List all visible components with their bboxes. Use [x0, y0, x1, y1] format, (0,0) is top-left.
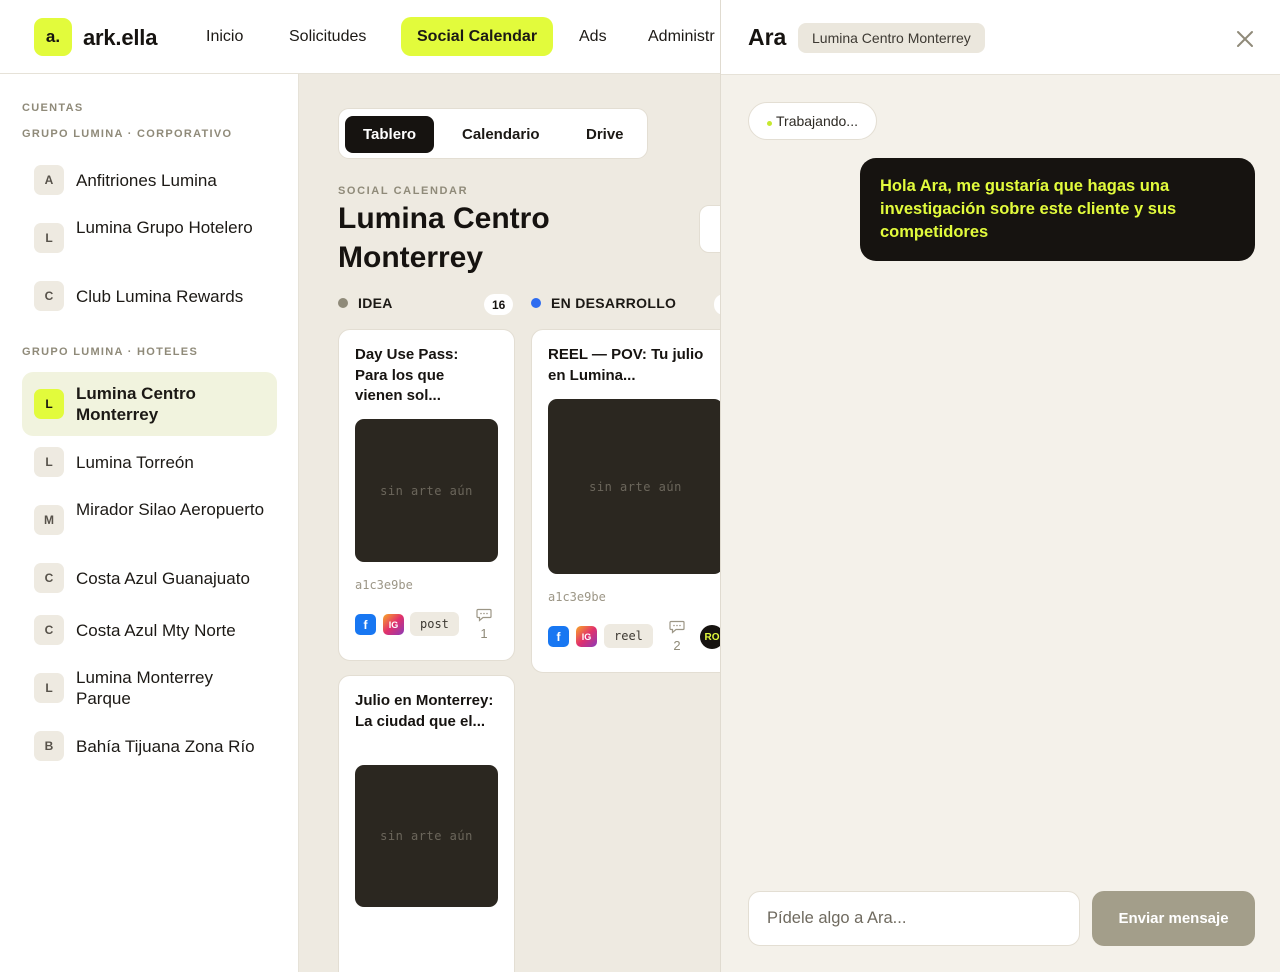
- nav-item-inicio[interactable]: Inicio: [190, 17, 259, 56]
- ara-assistant-panel: Ara Lumina Centro Monterrey Trabajando..…: [720, 0, 1280, 972]
- account-initial-badge: C: [34, 281, 64, 311]
- comment-count-value: 2: [673, 638, 681, 653]
- page-eyebrow: SOCIAL CALENDAR: [338, 185, 469, 197]
- brand-name[interactable]: ark.ella: [83, 25, 157, 51]
- sidebar-item-lumina-grupo-hotelero[interactable]: L Lumina Grupo Hotelero: [22, 214, 277, 262]
- account-name: Mirador Silao Aeropuerto: [76, 500, 265, 519]
- account-initial-badge: A: [34, 165, 64, 195]
- sidebar-item-lumina-torreon[interactable]: L Lumina Torreón: [22, 442, 277, 482]
- brand-logo-mark[interactable]: a.: [34, 18, 72, 56]
- account-initial-badge: L: [34, 223, 64, 253]
- accounts-sidebar: CUENTAS GRUPO LUMINA · CORPORATIVO A Anf…: [0, 74, 299, 972]
- card-art-placeholder: sin arte aún: [355, 419, 498, 562]
- ara-status-text: Trabajando...: [776, 113, 858, 129]
- account-initial-badge: C: [34, 615, 64, 645]
- comment-icon: [476, 608, 492, 622]
- account-name: Anfitriones Lumina: [76, 171, 217, 190]
- close-icon: [1237, 31, 1253, 47]
- nav-item-solicitudes[interactable]: Solicitudes: [273, 17, 382, 56]
- comment-icon: [669, 620, 685, 634]
- sidebar-item-bahia-tijuana-zona-rio[interactable]: B Bahía Tijuana Zona Río: [22, 726, 277, 766]
- comment-count-value: 1: [480, 626, 488, 641]
- account-name: Lumina Centro Monterrey: [76, 384, 196, 424]
- account-initial-badge: L: [34, 389, 64, 419]
- group-label-corporativo: GRUPO LUMINA · CORPORATIVO: [22, 128, 233, 140]
- sidebar-item-lumina-monterrey-parque[interactable]: L Lumina Monterrey Parque: [22, 664, 277, 712]
- view-tabs: Tablero Calendario Drive: [338, 108, 648, 159]
- sidebar-item-costa-azul-mty-norte[interactable]: C Costa Azul Mty Norte: [22, 610, 277, 650]
- instagram-icon: IG: [576, 626, 597, 647]
- nav-item-administracion[interactable]: Administr: [632, 17, 731, 56]
- account-name: Lumina Torreón: [76, 453, 194, 472]
- board-main: Tablero Calendario Drive SOCIAL CALENDAR…: [300, 74, 720, 972]
- account-initial-badge: B: [34, 731, 64, 761]
- card-title: Julio en Monterrey: La ciudad que el...: [355, 692, 494, 730]
- instagram-icon: IG: [383, 614, 404, 635]
- sidebar-title: CUENTAS: [22, 102, 84, 114]
- sidebar-item-anfitriones-lumina[interactable]: A Anfitriones Lumina: [22, 160, 277, 200]
- sidebar-item-costa-azul-guanajuato[interactable]: C Costa Azul Guanajuato: [22, 558, 277, 598]
- nav-item-social-calendar[interactable]: Social Calendar: [401, 17, 554, 56]
- status-dot: [338, 298, 348, 308]
- facebook-icon: f: [355, 614, 376, 635]
- facebook-icon: f: [548, 626, 569, 647]
- sidebar-item-lumina-centro-monterrey[interactable]: L Lumina Centro Monterrey: [22, 372, 277, 436]
- ara-context-chip: Lumina Centro Monterrey: [798, 23, 985, 53]
- ara-title: Ara: [748, 24, 787, 50]
- column-label: IDEA: [358, 295, 393, 311]
- column-header-idea: IDEA: [338, 295, 393, 311]
- group-label-hoteles: GRUPO LUMINA · HOTELES: [22, 346, 199, 358]
- status-dot: [531, 298, 541, 308]
- post-type-tag: post: [410, 612, 459, 636]
- ara-status-pill: Trabajando...: [748, 102, 877, 140]
- account-name: Club Lumina Rewards: [76, 287, 244, 306]
- comment-count[interactable]: 1: [473, 608, 495, 642]
- column-count-badge: 16: [484, 294, 514, 315]
- account-initial-badge: C: [34, 563, 64, 593]
- sidebar-item-mirador-silao-aeropuerto[interactable]: M Mirador Silao Aeropuerto: [22, 496, 277, 544]
- brand-mark: a.: [45, 27, 61, 46]
- account-initial-badge: M: [34, 505, 64, 535]
- content-card[interactable]: Julio en Monterrey: La ciudad que el... …: [338, 675, 515, 972]
- toolbar-button[interactable]: [699, 205, 720, 253]
- content-card[interactable]: REEL — POV: Tu julio en Lumina... sin ar…: [531, 329, 720, 673]
- status-dot: [767, 120, 772, 126]
- card-title: Day Use Pass: Para los que vienen sol...: [355, 346, 459, 404]
- nav-item-ads[interactable]: Ads: [563, 17, 623, 56]
- account-name: Bahía Tijuana Zona Río: [76, 737, 255, 756]
- tab-drive[interactable]: Drive: [568, 116, 642, 153]
- sidebar-item-club-lumina-rewards[interactable]: C Club Lumina Rewards: [22, 276, 277, 316]
- ara-panel-header: Ara Lumina Centro Monterrey: [721, 0, 1280, 75]
- column-label: EN DESARROLLO: [551, 295, 677, 311]
- account-initial-badge: L: [34, 673, 64, 703]
- tab-tablero[interactable]: Tablero: [345, 116, 435, 153]
- page-title: Lumina Centro Monterrey: [338, 202, 550, 274]
- account-initial-badge: L: [34, 447, 64, 477]
- account-name: Costa Azul Guanajuato: [76, 569, 250, 588]
- account-name: Costa Azul Mty Norte: [76, 621, 236, 640]
- post-type-tag: reel: [604, 624, 653, 648]
- account-name: Lumina Monterrey Parque: [76, 668, 214, 708]
- content-card[interactable]: Day Use Pass: Para los que vienen sol...…: [338, 329, 515, 661]
- column-header-en-desarrollo: EN DESARROLLO: [531, 295, 676, 311]
- card-hash: a1c3e9be: [355, 578, 413, 592]
- send-message-button[interactable]: Enviar mensaje: [1092, 891, 1255, 946]
- comment-count[interactable]: 2: [666, 620, 688, 654]
- card-art-placeholder: sin arte aún: [548, 399, 720, 574]
- assignee-avatar[interactable]: RO: [700, 625, 720, 649]
- user-message-bubble: Hola Ara, me gustaría que hagas una inve…: [860, 158, 1255, 261]
- ara-chat-input[interactable]: [748, 891, 1080, 946]
- card-title: REEL — POV: Tu julio en Lumina...: [548, 346, 704, 384]
- account-name: Lumina Grupo Hotelero: [76, 218, 253, 237]
- card-hash: a1c3e9be: [548, 590, 606, 604]
- close-button[interactable]: [1231, 25, 1259, 53]
- tab-calendario[interactable]: Calendario: [444, 116, 558, 153]
- card-art-placeholder: sin arte aún: [355, 765, 498, 907]
